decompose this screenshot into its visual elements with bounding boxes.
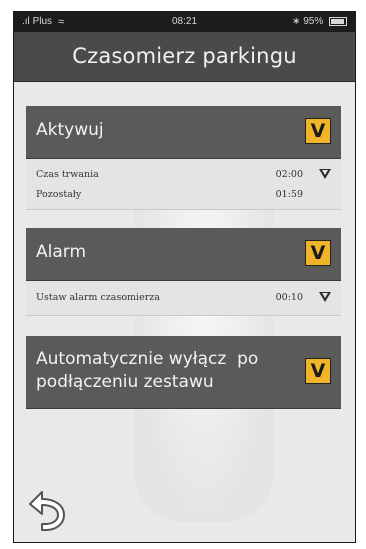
bluetooth-icon: ∗ [292,16,301,27]
activate-checkbox[interactable]: V [305,118,331,144]
auto-off-checkbox[interactable]: V [305,358,331,384]
phone-screen: .ıl Plus ≈ 08:21 ∗ 95% Czasomierz parkin… [13,11,356,543]
activate-details: Czas trwania 02:00 Pozostały 01:59 [26,159,341,210]
auto-off-title: Automatycznie wyłącz po podłączeniu zest… [36,348,258,394]
set-alarm-label: Ustaw alarm czasomierza [36,292,160,303]
alarm-title: Alarm [36,242,87,262]
duration-row[interactable]: Czas trwania 02:00 [36,167,331,183]
auto-off-line1: Automatycznie wyłącz po [36,349,259,369]
auto-off-line2: podłączeniu zestawu [36,372,214,392]
duration-label: Czas trwania [36,169,99,180]
back-arrow-icon[interactable] [20,482,72,534]
remaining-value: 01:59 [275,189,303,200]
duration-value: 02:00 [275,169,303,180]
page-title: Czasomierz parkingu [14,32,355,82]
remaining-row: Pozostały 01:59 [36,187,331,203]
remaining-label: Pozostały [36,189,82,200]
alarm-details: Ustaw alarm czasomierza 00:10 [26,281,341,316]
triangle-down-icon[interactable] [319,292,331,302]
activate-title: Aktywuj [36,120,104,140]
auto-off-section-header[interactable]: Automatycznie wyłącz po podłączeniu zest… [26,336,341,409]
alarm-checkbox[interactable]: V [305,240,331,266]
battery-percent: 95% [303,16,324,27]
status-right: ∗ 95% [292,12,347,32]
alarm-section-header[interactable]: Alarm V [26,228,341,281]
status-bar: .ıl Plus ≈ 08:21 ∗ 95% [14,12,355,32]
triangle-down-icon[interactable] [319,169,331,179]
set-alarm-value: 00:10 [275,292,303,303]
activate-section-header[interactable]: Aktywuj V [26,106,341,159]
battery-icon [329,16,347,26]
set-alarm-row[interactable]: Ustaw alarm czasomierza 00:10 [36,290,331,306]
